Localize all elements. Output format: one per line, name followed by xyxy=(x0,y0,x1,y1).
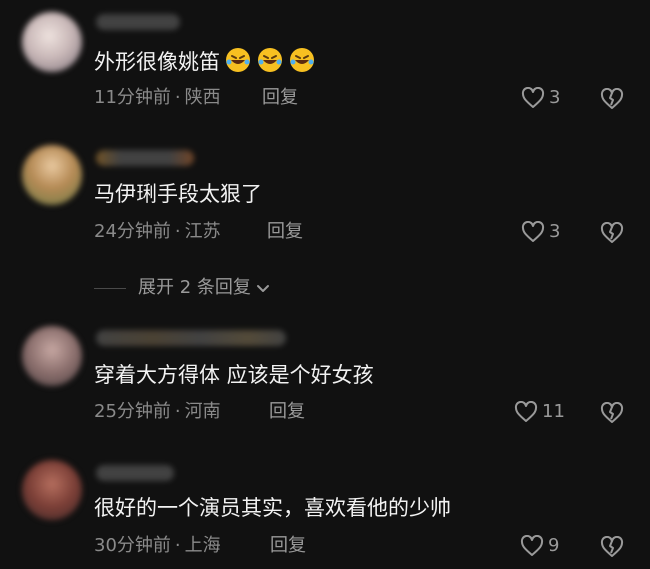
like-count: 9 xyxy=(548,535,560,556)
divider-line xyxy=(94,287,126,289)
broken-heart-icon[interactable] xyxy=(599,222,625,244)
heart-icon xyxy=(521,87,545,108)
like-count: 3 xyxy=(549,221,561,242)
broken-heart-icon[interactable] xyxy=(599,88,625,110)
location: 江苏 xyxy=(184,221,221,242)
heart-icon xyxy=(514,401,538,422)
comment-meta: 30分钟前 · 上海 xyxy=(94,535,221,556)
comment-meta: 11分钟前 · 陕西 xyxy=(94,87,221,108)
avatar[interactable] xyxy=(22,460,82,520)
expand-replies: 展开 2 条回复 xyxy=(94,276,271,300)
comment-text: 外形很像姚笛 xyxy=(94,46,316,76)
comment-meta: 24分钟前 · 江苏 xyxy=(94,221,221,242)
reply-button[interactable]: 回复 xyxy=(267,220,303,244)
laughing-emoji-icon xyxy=(258,48,282,72)
heart-icon xyxy=(520,535,544,556)
chevron-down-icon xyxy=(256,285,269,292)
location: 上海 xyxy=(184,535,221,556)
username-blurred[interactable] xyxy=(96,465,174,481)
timestamp: 30分钟前 xyxy=(94,535,171,556)
like-count: 3 xyxy=(549,87,561,108)
like-button[interactable]: 3 xyxy=(521,86,560,110)
timestamp: 25分钟前 xyxy=(94,401,171,422)
reply-button[interactable]: 回复 xyxy=(269,400,305,424)
avatar[interactable] xyxy=(22,326,82,386)
reply-button[interactable]: 回复 xyxy=(262,86,298,110)
username-blurred[interactable] xyxy=(96,330,286,346)
expand-replies-button[interactable]: 展开 2 条回复 xyxy=(138,276,271,300)
location: 陕西 xyxy=(184,87,221,108)
broken-heart-icon[interactable] xyxy=(599,536,625,558)
comment-meta: 25分钟前 · 河南 xyxy=(94,401,221,422)
heart-icon xyxy=(521,221,545,242)
avatar[interactable] xyxy=(22,145,82,205)
timestamp: 11分钟前 xyxy=(94,87,171,108)
like-count: 11 xyxy=(542,401,565,422)
reply-button[interactable]: 回复 xyxy=(270,534,306,558)
comment-text: 马伊琍手段太狠了 xyxy=(94,182,262,206)
comment-text: 很好的一个演员其实，喜欢看他的少帅 xyxy=(94,496,451,520)
username-blurred[interactable] xyxy=(96,150,194,166)
comment-text: 穿着大方得体 应该是个好女孩 xyxy=(94,363,374,387)
broken-heart-icon[interactable] xyxy=(599,402,625,424)
avatar[interactable] xyxy=(22,12,82,72)
timestamp: 24分钟前 xyxy=(94,221,171,242)
laughing-emoji-icon xyxy=(290,48,314,72)
like-button[interactable]: 11 xyxy=(514,400,565,424)
laughing-emoji-icon xyxy=(226,48,250,72)
username-blurred[interactable] xyxy=(96,14,180,30)
like-button[interactable]: 9 xyxy=(520,534,559,558)
like-button[interactable]: 3 xyxy=(521,220,560,244)
location: 河南 xyxy=(184,401,221,422)
